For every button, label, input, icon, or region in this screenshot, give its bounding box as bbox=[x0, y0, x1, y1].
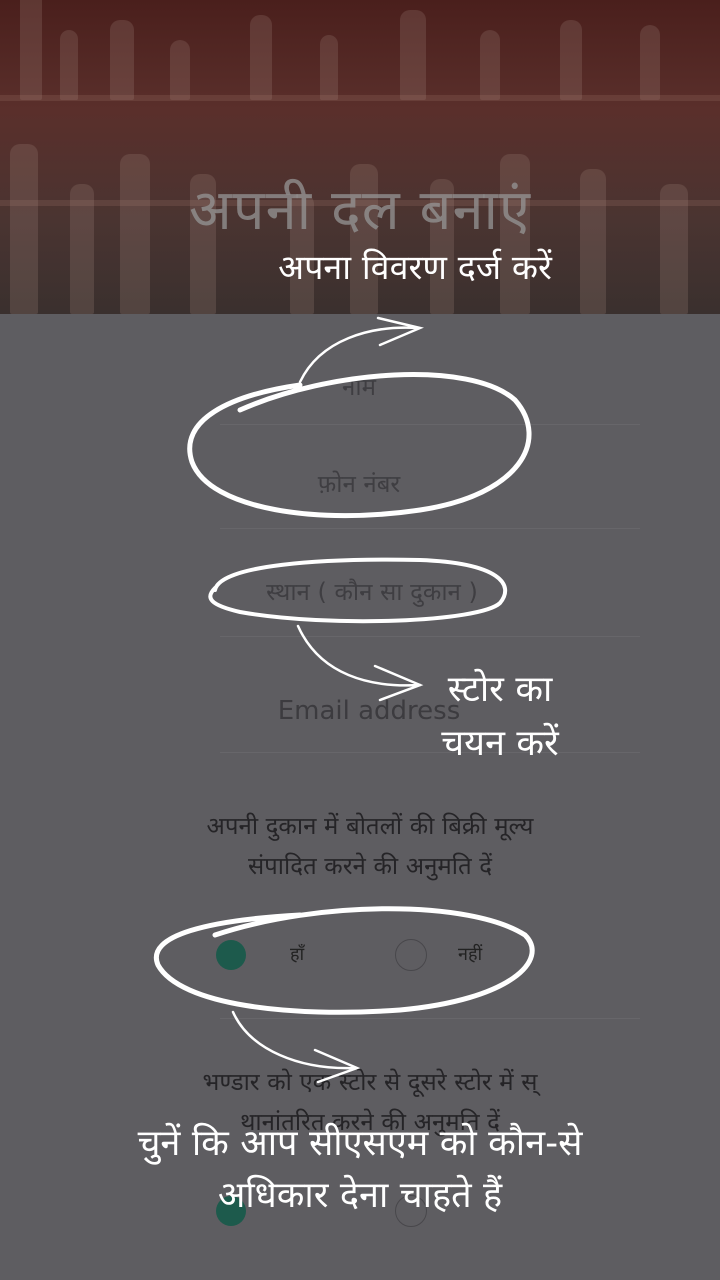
permission-edit-price: अपनी दुकान में बोतलों की बिक्री मूल्य सं… bbox=[0, 806, 720, 886]
phone-field-underline bbox=[220, 528, 640, 529]
permission-text: संपादित करने की अनुमति दें bbox=[247, 852, 493, 880]
name-field[interactable]: नाम bbox=[0, 370, 718, 403]
shelf-decoration bbox=[0, 95, 720, 101]
radio-yes-label: हाँ bbox=[290, 944, 305, 965]
name-field-underline bbox=[220, 424, 640, 425]
header-banner: अपनी दल बनाएं अपना विवरण दर्ज करें bbox=[0, 0, 720, 314]
radio-yes-selected[interactable] bbox=[216, 940, 246, 970]
location-field[interactable]: स्थान ( कौन सा दुकान ) bbox=[0, 575, 720, 608]
permission-text: अपनी दुकान में बोतलों की बिक्री मूल्य bbox=[206, 812, 534, 840]
permission-divider bbox=[220, 1018, 640, 1019]
annotation-enter-details: अपना विवरण दर्ज करें bbox=[278, 248, 552, 288]
location-field-underline bbox=[220, 636, 640, 637]
annotation-select-store: स्टोर का चयन करें bbox=[441, 669, 559, 764]
phone-field[interactable]: फ़ोन नंबर bbox=[0, 467, 718, 500]
email-field[interactable]: Email address bbox=[0, 696, 720, 726]
page-title: अपनी दल बनाएं bbox=[188, 178, 531, 243]
radio-no[interactable] bbox=[395, 939, 427, 971]
permission-text: भण्डार को एक स्टोर से दूसरे स्टोर में स् bbox=[202, 1068, 538, 1096]
annotation-choose-rights: चुनें कि आप सीएसएम को कौन-से अधिकार देना… bbox=[137, 1123, 583, 1216]
radio-no-label: नहीं bbox=[458, 944, 483, 965]
